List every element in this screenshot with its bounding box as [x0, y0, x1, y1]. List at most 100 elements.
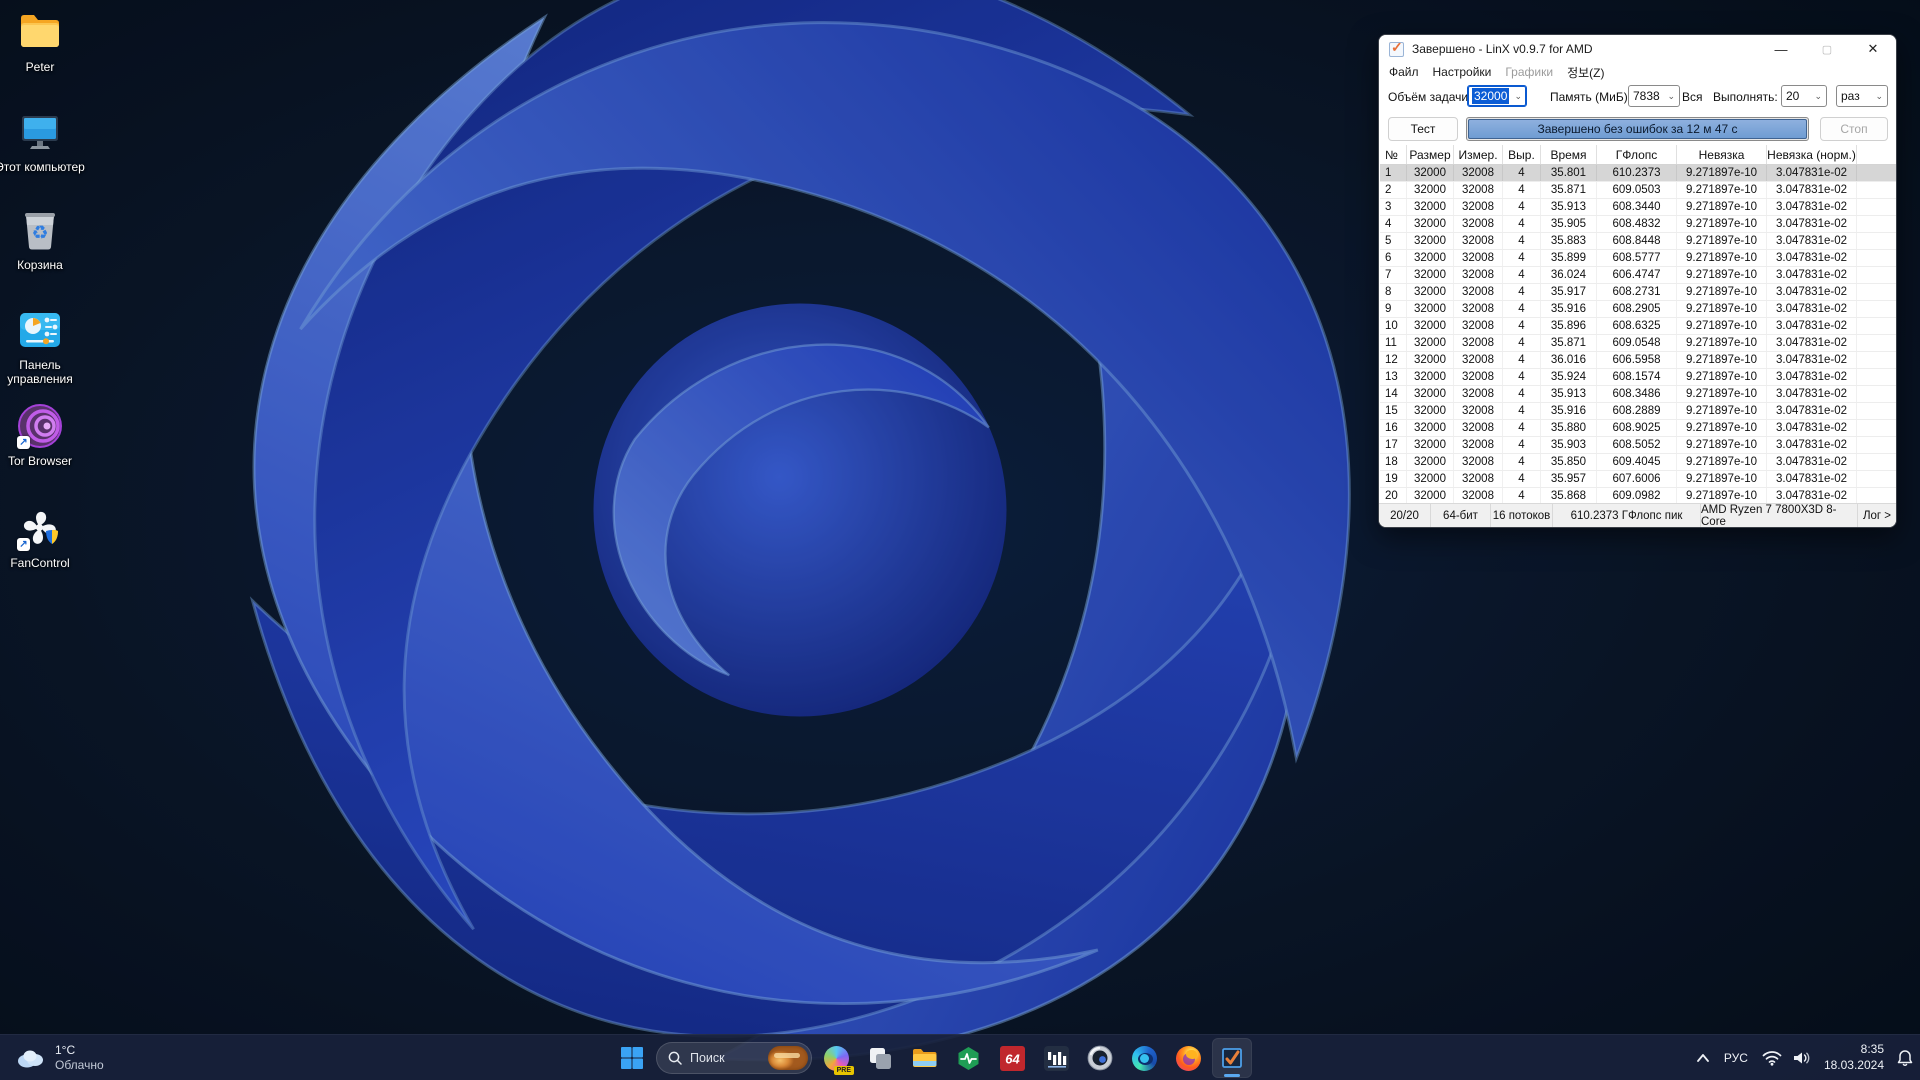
desktop-icon-control-panel[interactable]: Панель управления	[0, 306, 88, 387]
task-size-combobox[interactable]: 32000 ⌄	[1467, 85, 1527, 107]
status-run-count: 20/20	[1379, 504, 1431, 527]
column-header[interactable]: №	[1380, 145, 1407, 164]
table-row[interactable]: 113200032008435.871609.05489.271897e-103…	[1380, 335, 1897, 352]
cinebench-button[interactable]	[1080, 1038, 1120, 1078]
task-view-button[interactable]	[860, 1038, 900, 1078]
firefox-button[interactable]	[1168, 1038, 1208, 1078]
table-row[interactable]: 183200032008435.850609.40459.271897e-103…	[1380, 454, 1897, 471]
desktop-icon-peter[interactable]: Peter	[0, 8, 88, 74]
table-cell: 12	[1380, 352, 1407, 368]
table-row[interactable]: 93200032008435.916608.29059.271897e-103.…	[1380, 301, 1897, 318]
table-row[interactable]: 133200032008435.924608.15749.271897e-103…	[1380, 369, 1897, 386]
test-button[interactable]: Тест	[1388, 117, 1458, 141]
wifi-icon[interactable]	[1762, 1050, 1782, 1066]
table-row[interactable]: 103200032008435.896608.63259.271897e-103…	[1380, 318, 1897, 335]
table-row[interactable]: 153200032008435.916608.28899.271897e-103…	[1380, 403, 1897, 420]
table-cell: 35.924	[1541, 369, 1597, 385]
table-cell: 32000	[1407, 420, 1454, 436]
menu-file[interactable]: Файл	[1382, 65, 1426, 79]
status-log-link[interactable]: Лог >	[1858, 504, 1896, 527]
table-cell: 9.271897e-10	[1677, 318, 1767, 334]
close-button[interactable]: ✕	[1850, 35, 1896, 63]
linx-taskbar-button[interactable]	[1212, 1038, 1252, 1078]
edge-button[interactable]	[1124, 1038, 1164, 1078]
run-count-combobox[interactable]: 20 ⌄	[1781, 85, 1827, 107]
table-cell: 3.047831e-02	[1767, 267, 1857, 283]
desktop-icon-fancontrol[interactable]: ↗ FanControl	[0, 504, 88, 570]
table-cell: 32000	[1407, 250, 1454, 266]
table-row[interactable]: 73200032008436.024606.47479.271897e-103.…	[1380, 267, 1897, 284]
minimize-button[interactable]: —	[1758, 35, 1804, 63]
clock[interactable]: 8:35 18.03.2024	[1822, 1042, 1886, 1073]
table-cell-filler	[1857, 267, 1897, 283]
benchmark-bars-button[interactable]	[1036, 1038, 1076, 1078]
file-explorer-button[interactable]	[904, 1038, 944, 1078]
results-table-body: 13200032008435.801610.23739.271897e-103.…	[1380, 165, 1897, 505]
start-button[interactable]	[612, 1038, 652, 1078]
table-cell: 16	[1380, 420, 1407, 436]
table-cell: 4	[1503, 420, 1541, 436]
hardware-monitor-button[interactable]	[948, 1038, 988, 1078]
copilot-button[interactable]: PRE	[816, 1038, 856, 1078]
desktop-icon-this-pc[interactable]: Этот компьютер	[0, 108, 88, 174]
search-bing-image[interactable]	[768, 1046, 808, 1070]
maximize-button[interactable]: ▢	[1804, 35, 1850, 63]
table-cell: 36.016	[1541, 352, 1597, 368]
table-cell: 32000	[1407, 386, 1454, 402]
table-row[interactable]: 23200032008435.871609.05039.271897e-103.…	[1380, 182, 1897, 199]
language-indicator[interactable]: РУС	[1720, 1051, 1752, 1065]
menu-graphs[interactable]: Графики	[1498, 65, 1560, 79]
search-box[interactable]: Поиск	[656, 1042, 812, 1074]
desktop-icon-recycle-bin[interactable]: ♻ Корзина	[0, 206, 88, 272]
table-row[interactable]: 193200032008435.957607.60069.271897e-103…	[1380, 471, 1897, 488]
table-row[interactable]: 53200032008435.883608.84489.271897e-103.…	[1380, 233, 1897, 250]
column-header[interactable]: Измер.	[1454, 145, 1503, 164]
table-cell: 3.047831e-02	[1767, 216, 1857, 232]
buttons-row: Тест Завершено без ошибок за 12 м 47 с С…	[1379, 114, 1896, 145]
table-cell: 4	[1503, 488, 1541, 504]
table-cell-filler	[1857, 233, 1897, 249]
control-panel-icon	[16, 306, 64, 354]
chevron-down-icon: ⌄	[1510, 91, 1522, 102]
table-cell: 9.271897e-10	[1677, 284, 1767, 300]
column-header[interactable]: Выр.	[1503, 145, 1541, 164]
table-row[interactable]: 163200032008435.880608.90259.271897e-103…	[1380, 420, 1897, 437]
table-row[interactable]: 63200032008435.899608.57779.271897e-103.…	[1380, 250, 1897, 267]
tray-chevron-up-icon[interactable]	[1696, 1053, 1710, 1063]
linx-titlebar[interactable]: Завершено - LinX v0.9.7 for AMD — ▢ ✕	[1379, 35, 1896, 63]
aida64-button[interactable]: 64	[992, 1038, 1032, 1078]
column-header[interactable]: Размер	[1407, 145, 1454, 164]
chevron-down-icon: ⌄	[1871, 91, 1883, 102]
table-row[interactable]: 83200032008435.917608.27319.271897e-103.…	[1380, 284, 1897, 301]
table-cell: 9.271897e-10	[1677, 488, 1767, 504]
memory-combobox[interactable]: 7838 ⌄	[1628, 85, 1680, 107]
table-row[interactable]: 143200032008435.913608.34869.271897e-103…	[1380, 386, 1897, 403]
all-memory-label[interactable]: Вся	[1682, 90, 1703, 104]
weather-widget[interactable]: 1°C Облачно	[10, 1040, 110, 1076]
table-row[interactable]: 123200032008436.016606.59589.271897e-103…	[1380, 352, 1897, 369]
column-header[interactable]: Невязка (норм.)	[1767, 145, 1857, 164]
table-row[interactable]: 43200032008435.905608.48329.271897e-103.…	[1380, 216, 1897, 233]
table-cell: 35.913	[1541, 199, 1597, 215]
desktop-icon-tor-browser[interactable]: ↗ Tor Browser	[0, 402, 88, 468]
column-header[interactable]: ГФлопс	[1597, 145, 1677, 164]
table-cell: 35.899	[1541, 250, 1597, 266]
table-cell: 32000	[1407, 267, 1454, 283]
run-unit-combobox[interactable]: раз ⌄	[1836, 85, 1888, 107]
stop-button[interactable]: Стоп	[1820, 117, 1888, 141]
column-header[interactable]: Время	[1541, 145, 1597, 164]
desktop-icon-label: Корзина	[0, 258, 88, 272]
table-cell: 3.047831e-02	[1767, 403, 1857, 419]
notification-bell-icon[interactable]	[1896, 1049, 1914, 1067]
menu-settings[interactable]: Настройки	[1426, 65, 1499, 79]
table-cell: 13	[1380, 369, 1407, 385]
table-row[interactable]: 173200032008435.903608.50529.271897e-103…	[1380, 437, 1897, 454]
table-cell-filler	[1857, 318, 1897, 334]
table-row[interactable]: 13200032008435.801610.23739.271897e-103.…	[1380, 165, 1897, 182]
menu-info[interactable]: 정보(Z)	[1560, 64, 1611, 81]
table-cell: 609.4045	[1597, 454, 1677, 470]
volume-icon[interactable]	[1792, 1050, 1812, 1066]
table-row[interactable]: 33200032008435.913608.34409.271897e-103.…	[1380, 199, 1897, 216]
column-header[interactable]: Невязка	[1677, 145, 1767, 164]
table-cell: 35.871	[1541, 335, 1597, 351]
